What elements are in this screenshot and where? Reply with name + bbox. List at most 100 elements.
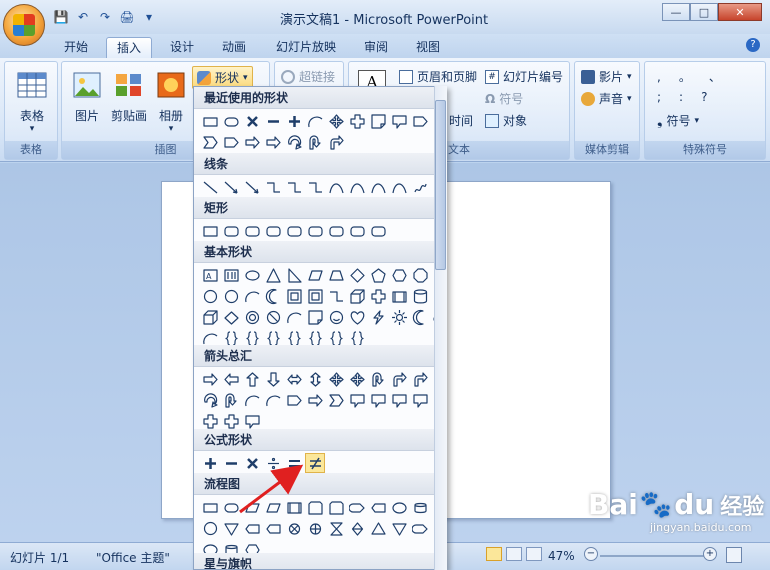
shape-cross-icon[interactable] (347, 111, 367, 131)
shape-elbow-icon[interactable] (305, 177, 325, 197)
shape-uturn-icon[interactable] (221, 390, 241, 410)
tab-insert[interactable]: 插入 (106, 37, 153, 58)
shape-flow1-icon[interactable] (200, 111, 220, 131)
shape-cyl-icon[interactable] (410, 286, 430, 306)
shape-flow15-icon[interactable] (347, 497, 367, 517)
shape-flow9-icon[interactable] (284, 518, 304, 538)
zoom-in-button[interactable]: + (703, 547, 717, 561)
shape-flow5-icon[interactable] (389, 286, 409, 306)
shape-cube-icon[interactable] (200, 307, 220, 327)
symbol-question[interactable]: ? (701, 90, 707, 104)
shape-pentarrow-icon[interactable] (284, 390, 304, 410)
shape-curve-icon[interactable] (368, 177, 388, 197)
sorter-view-icon[interactable] (506, 547, 522, 561)
shape-chev-icon[interactable] (200, 132, 220, 152)
shape-flow14-icon[interactable] (389, 518, 409, 538)
table-button[interactable]: 表格 ▾ (13, 70, 51, 134)
shape-flow11-icon[interactable] (326, 518, 346, 538)
shape-div-icon[interactable] (263, 453, 283, 473)
shape-flow10-icon[interactable] (305, 518, 325, 538)
symbol-dun[interactable]: 、 (709, 68, 721, 85)
shape-tri-icon[interactable] (263, 265, 283, 285)
shape-arc-icon[interactable] (242, 390, 262, 410)
shape-smile-icon[interactable] (326, 307, 346, 327)
shape-arrowl-icon[interactable] (242, 177, 262, 197)
shape-circ-icon[interactable] (200, 286, 220, 306)
shape-ra-icon[interactable] (242, 132, 262, 152)
minimize-button[interactable]: — (662, 3, 690, 21)
shape-eq-icon[interactable] (284, 453, 304, 473)
close-button[interactable]: ✕ (718, 3, 762, 21)
shape-uturn-icon[interactable] (305, 132, 325, 152)
shape-rrect-icon[interactable] (326, 221, 346, 241)
shape-oval-icon[interactable] (242, 265, 262, 285)
symbol-button[interactable]: Ω 符号 (485, 90, 523, 107)
shape-cross-icon[interactable] (368, 286, 388, 306)
shape-neq-icon[interactable] (305, 453, 325, 473)
shape-line-icon[interactable] (200, 177, 220, 197)
shape-lra-icon[interactable] (284, 369, 304, 389)
shape-bent-icon[interactable] (410, 369, 430, 389)
shape-curve-icon[interactable] (389, 177, 409, 197)
customize-qat-icon[interactable]: ▾ (140, 8, 158, 26)
shape-arc-icon[interactable] (284, 307, 304, 327)
shape-moon-icon[interactable] (410, 307, 430, 327)
shape-cross-icon[interactable] (221, 411, 241, 431)
shape-flow1-icon[interactable] (200, 497, 220, 517)
shape-folded-icon[interactable] (368, 111, 388, 131)
zoom-out-button[interactable]: − (584, 547, 598, 561)
shape-mult-icon[interactable] (242, 111, 262, 131)
shape-free-icon[interactable] (410, 177, 430, 197)
header-footer-button[interactable]: 页眉和页脚 (399, 68, 477, 85)
shape-flow6-icon[interactable] (305, 497, 325, 517)
print-preview-icon[interactable]: 🖨 (118, 8, 136, 26)
shape-uturn-icon[interactable] (368, 369, 388, 389)
shape-arc-icon[interactable] (242, 286, 262, 306)
shape-rect-icon[interactable] (200, 221, 220, 241)
object-button[interactable]: 对象 (485, 112, 527, 129)
shape-callout-icon[interactable] (389, 390, 409, 410)
shape-flow16-icon[interactable] (368, 497, 388, 517)
shape-rrect-icon[interactable] (263, 221, 283, 241)
shape-circarrow-icon[interactable] (284, 132, 304, 152)
shape-vtext-icon[interactable] (221, 265, 241, 285)
shape-flow16-icon[interactable] (263, 518, 283, 538)
shape-bolt-icon[interactable] (368, 307, 388, 327)
shape-folded-icon[interactable] (305, 307, 325, 327)
shape-rrect-icon[interactable] (221, 221, 241, 241)
symbol-period[interactable]: 。 (679, 68, 691, 85)
shape-pentarrow-icon[interactable] (410, 111, 430, 131)
shape-hex-icon[interactable] (389, 265, 409, 285)
tab-home[interactable]: 开始 (54, 37, 98, 58)
shape-flow13-icon[interactable] (368, 518, 388, 538)
maximize-button[interactable]: □ (690, 3, 718, 21)
shape-cube-icon[interactable] (347, 286, 367, 306)
hyperlink-button[interactable]: 超链接 (281, 68, 335, 85)
shape-ua-icon[interactable] (242, 369, 262, 389)
shape-flow4-icon[interactable] (263, 497, 283, 517)
symbol-semicolon[interactable]: ; (657, 90, 661, 104)
shape-callout-icon[interactable] (242, 411, 262, 431)
tab-animation[interactable]: 动画 (212, 37, 256, 58)
shape-flow2-icon[interactable] (221, 111, 241, 131)
save-icon[interactable]: 💾 (52, 8, 70, 26)
shape-ra-icon[interactable] (200, 369, 220, 389)
shape-callout-icon[interactable] (389, 111, 409, 131)
shape-flow4-icon[interactable] (242, 497, 262, 517)
gallery-scroll-thumb[interactable] (435, 100, 446, 270)
shape-callout-icon[interactable] (347, 390, 367, 410)
shape-flow2-icon[interactable] (221, 497, 241, 517)
shape-curve-icon[interactable] (326, 177, 346, 197)
shape-da-icon[interactable] (263, 369, 283, 389)
shape-flow6-icon[interactable] (326, 497, 346, 517)
shape-rrect-icon[interactable] (284, 221, 304, 241)
shape-plus-icon[interactable] (200, 453, 220, 473)
fit-window-icon[interactable] (726, 547, 742, 563)
shape-mult-icon[interactable] (242, 453, 262, 473)
shape-bent-icon[interactable] (326, 132, 346, 152)
shape-flow18-icon[interactable] (410, 497, 430, 517)
undo-icon[interactable]: ↶ (74, 8, 92, 26)
normal-view-icon[interactable] (486, 547, 502, 561)
slide-number-button[interactable]: # 幻灯片编号 (485, 68, 563, 85)
shape-donut-icon[interactable] (242, 307, 262, 327)
